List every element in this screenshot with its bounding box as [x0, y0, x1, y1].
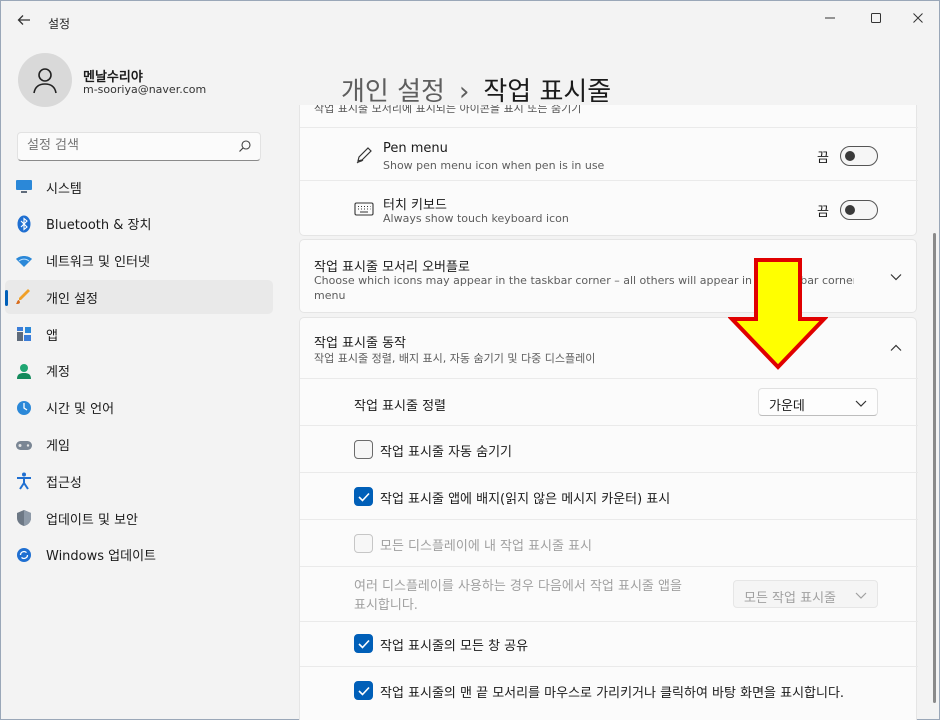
account-email: m-sooriya@naver.com [83, 83, 207, 96]
behaviors-desc: 작업 표시줄 정렬, 배지 표시, 자동 숨기기 및 다중 디스플레이 [314, 352, 596, 365]
sidebar-nav: 시스템 Bluetooth & 장치 네트워크 및 인터넷 개인 설정 앱 계정… [5, 170, 273, 575]
badges-label: 작업 표시줄 앱에 배지(읽지 않은 메시지 카운터) 표시 [380, 492, 671, 507]
settings-window: 설정 멘날수리야 m-sooriya@naver.com 시스템 [0, 0, 940, 720]
taskbar-behaviors-card: 작업 표시줄 동작 작업 표시줄 정렬, 배지 표시, 자동 숨기기 및 다중 … [299, 317, 918, 720]
sidebar-item-security[interactable]: 업데이트 및 보안 [5, 501, 273, 535]
pen-icon [354, 145, 374, 165]
corner-overflow-desc-2: menu [314, 289, 346, 302]
divider [300, 127, 918, 128]
all-displays-checkbox[interactable] [354, 534, 373, 553]
all-displays-label: 모든 디스플레이에 내 작업 표시줄 표시 [380, 539, 593, 554]
divider [300, 566, 918, 567]
multi-display-dropdown[interactable]: 모든 작업 표시줄 [733, 580, 878, 608]
divider [300, 425, 918, 426]
accounts-icon [15, 362, 33, 380]
minimize-icon[interactable] [807, 3, 853, 33]
app-title: 설정 [48, 17, 71, 31]
apps-icon [15, 325, 33, 343]
pen-menu-title: Pen menu [383, 141, 448, 156]
sidebar-item-accessibility[interactable]: 접근성 [5, 464, 273, 498]
divider [300, 621, 918, 622]
checkmark-icon [357, 686, 370, 696]
alignment-dropdown[interactable]: 가운데 [758, 388, 878, 416]
breadcrumb-parent[interactable]: 개인 설정 [341, 77, 445, 107]
card-desc-truncated: 작업 표시줄 모서리에 표시되는 아이콘을 표시 또는 숨기기 [314, 105, 582, 115]
breadcrumb-separator: › [458, 77, 470, 107]
sidebar-item-accounts[interactable]: 계정 [5, 354, 273, 388]
touch-keyboard-desc: Always show touch keyboard icon [383, 212, 569, 225]
avatar[interactable] [18, 53, 72, 107]
pen-menu-toggle[interactable] [840, 146, 878, 166]
page-title: 개인 설정 › 작업 표시줄 [341, 71, 611, 108]
sidebar-item-gaming[interactable]: 게임 [5, 428, 273, 462]
security-icon [15, 509, 33, 527]
share-window-checkbox[interactable] [354, 634, 373, 653]
search-icon[interactable] [238, 139, 252, 153]
sidebar-item-network[interactable]: 네트워크 및 인터넷 [5, 244, 273, 278]
pen-menu-toggle-state: 끔 [817, 151, 829, 166]
time-language-icon [15, 399, 33, 417]
multi-display-label-2: 표시합니다. [354, 598, 418, 613]
checkmark-icon [357, 639, 370, 649]
auto-hide-checkbox[interactable] [354, 440, 373, 459]
checkmark-icon [357, 492, 370, 502]
scrollbar-thumb[interactable] [933, 233, 936, 703]
bluetooth-icon [15, 215, 33, 233]
multi-display-label: 여러 디스플레이를 사용하는 경우 다음에서 작업 표시줄 앱을 [354, 579, 682, 594]
touch-keyboard-title: 터치 키보드 [383, 198, 447, 213]
divider [300, 180, 918, 181]
search-input[interactable] [27, 138, 227, 153]
person-icon [33, 68, 57, 94]
settings-content: 작업 표시줄 모서리에 표시되는 아이콘을 표시 또는 숨기기 Pen menu… [299, 105, 919, 720]
annotation-arrow-icon [728, 258, 828, 370]
network-icon [15, 252, 33, 270]
chevron-down-icon [855, 592, 867, 599]
chevron-up-icon[interactable] [888, 340, 904, 356]
sidebar-item-system[interactable]: 시스템 [5, 170, 273, 204]
divider [300, 378, 918, 379]
far-corner-checkbox[interactable] [354, 681, 373, 700]
share-window-label: 작업 표시줄의 모든 창 공유 [380, 639, 529, 654]
badges-checkbox[interactable] [354, 487, 373, 506]
corner-overflow-title: 작업 표시줄 모서리 오버플로 [314, 260, 470, 275]
sidebar-item-apps[interactable]: 앱 [5, 317, 273, 351]
auto-hide-label: 작업 표시줄 자동 숨기기 [380, 445, 512, 460]
touch-keyboard-toggle[interactable] [840, 200, 878, 220]
sidebar-item-time-language[interactable]: 시간 및 언어 [5, 391, 273, 425]
windows-update-icon [15, 546, 33, 564]
back-arrow-icon[interactable] [13, 9, 35, 31]
chevron-down-icon [855, 400, 867, 407]
chevron-down-icon[interactable] [888, 269, 904, 285]
pen-menu-desc: Show pen menu icon when pen is in use [383, 159, 605, 172]
far-corner-label: 작업 표시줄의 맨 끝 모서리를 마우스로 가리키거나 클릭하여 바탕 화면을 … [380, 686, 845, 701]
alignment-label: 작업 표시줄 정렬 [354, 399, 446, 414]
divider [300, 472, 918, 473]
title-bar: 설정 [1, 1, 939, 41]
divider [300, 666, 918, 667]
keyboard-icon [354, 199, 374, 219]
personalization-icon [15, 288, 33, 306]
active-indicator [5, 290, 8, 307]
divider [300, 519, 918, 520]
sidebar-item-bluetooth[interactable]: Bluetooth & 장치 [5, 207, 273, 241]
system-icon [15, 178, 33, 196]
behaviors-title: 작업 표시줄 동작 [314, 336, 406, 351]
touch-keyboard-toggle-state: 끔 [817, 205, 829, 220]
maximize-icon[interactable] [853, 3, 899, 33]
close-icon[interactable] [895, 3, 940, 33]
accessibility-icon [15, 472, 33, 490]
breadcrumb-current: 작업 표시줄 [483, 77, 612, 107]
taskbar-corner-icons-card: 작업 표시줄 모서리에 표시되는 아이콘을 표시 또는 숨기기 Pen menu… [299, 105, 918, 236]
sidebar-item-personalization[interactable]: 개인 설정 [5, 280, 273, 315]
sidebar-item-windows-update[interactable]: Windows 업데이트 [5, 538, 273, 572]
gaming-icon [15, 436, 33, 454]
search-box[interactable] [17, 132, 261, 161]
